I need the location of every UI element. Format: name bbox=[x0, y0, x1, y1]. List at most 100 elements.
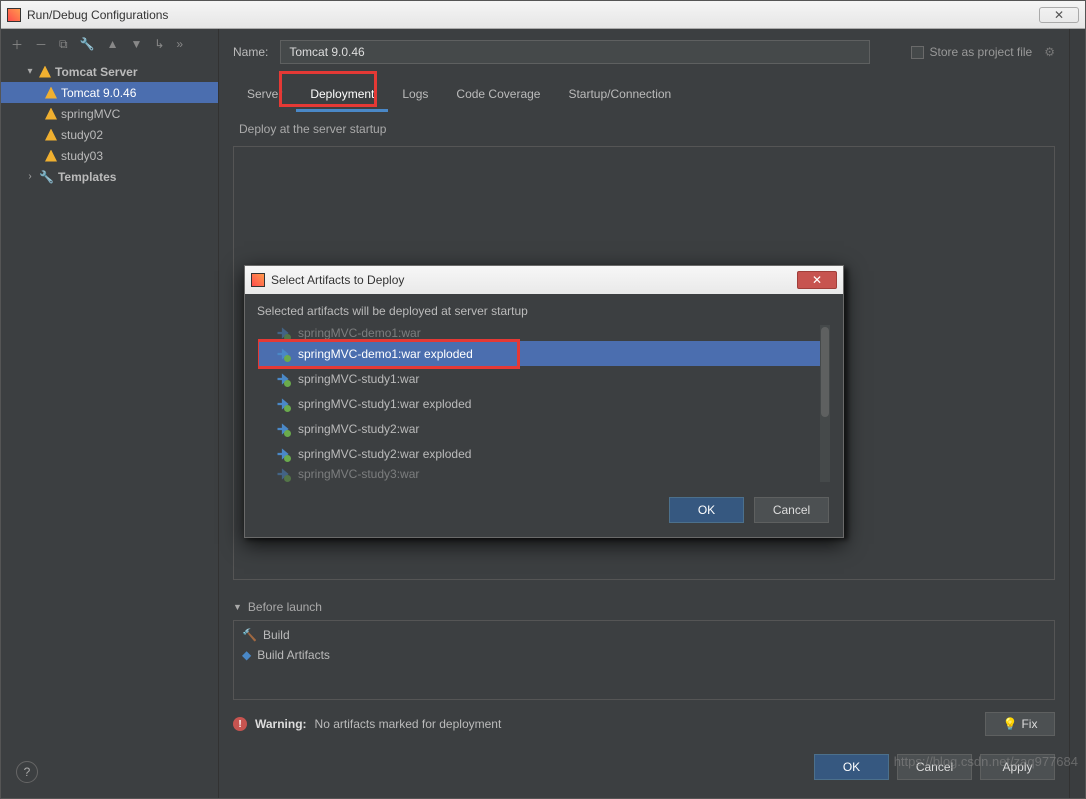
before-launch-list[interactable]: 🔨 Build ◆ Build Artifacts bbox=[233, 620, 1055, 700]
tomcat-icon bbox=[39, 66, 51, 78]
artifact-icon bbox=[276, 447, 290, 461]
sidebar-toolbar: ＋ － ⧉ 🔧 ▲ ▼ ↳ » bbox=[1, 29, 218, 59]
artifact-row[interactable]: springMVC-study1:war exploded bbox=[258, 391, 830, 416]
tomcat-icon bbox=[45, 150, 57, 162]
config-name-input[interactable] bbox=[280, 40, 870, 64]
artifact-row[interactable]: springMVC-demo1:war bbox=[258, 325, 830, 341]
bulb-icon: 💡 bbox=[1003, 717, 1018, 731]
config-tabbar: Server Deployment Logs Code Coverage Sta… bbox=[219, 69, 1069, 112]
add-config-button[interactable]: ＋ bbox=[11, 36, 23, 53]
ok-button[interactable]: OK bbox=[814, 754, 889, 780]
modal-close-button[interactable]: ✕ bbox=[797, 271, 837, 289]
modal-title: Select Artifacts to Deploy bbox=[271, 273, 404, 287]
expand-button[interactable]: » bbox=[176, 37, 183, 51]
close-icon: ✕ bbox=[812, 273, 822, 287]
warning-bold: Warning: bbox=[255, 717, 307, 731]
modal-cancel-button[interactable]: Cancel bbox=[754, 497, 829, 523]
wrench-icon: 🔧 bbox=[39, 170, 54, 184]
store-as-project-file-checkbox[interactable]: Store as project file bbox=[911, 45, 1033, 59]
name-label: Name: bbox=[233, 45, 268, 59]
config-header: Name: Store as project file ⚙ bbox=[219, 29, 1069, 69]
window-close-button[interactable]: ✕ bbox=[1039, 7, 1079, 23]
move-down-button[interactable]: ▼ bbox=[130, 37, 142, 51]
artifact-row[interactable]: springMVC-study2:war bbox=[258, 416, 830, 441]
edit-defaults-button[interactable]: 🔧 bbox=[80, 37, 95, 51]
fix-label: Fix bbox=[1021, 717, 1037, 731]
dialog-buttons: OK Cancel Apply bbox=[219, 736, 1069, 798]
chevron-down-icon: ▾ bbox=[25, 66, 35, 77]
modal-buttons: OK Cancel bbox=[245, 483, 843, 537]
chevron-right-icon: › bbox=[25, 171, 35, 182]
tree-leaf-study02[interactable]: study02 bbox=[1, 124, 218, 145]
artifact-icon bbox=[276, 422, 290, 436]
tree-leaf-springmvc[interactable]: springMVC bbox=[1, 103, 218, 124]
tab-server[interactable]: Server bbox=[233, 79, 296, 112]
tree-leaf-tomcat9046[interactable]: Tomcat 9.0.46 bbox=[1, 82, 218, 103]
right-scrollbar[interactable] bbox=[1069, 29, 1085, 798]
hammer-icon: 🔨 bbox=[242, 628, 257, 642]
tree-node-tomcat-server[interactable]: ▾ Tomcat Server bbox=[1, 61, 218, 82]
before-launch-item-label: Build Artifacts bbox=[257, 648, 330, 662]
remove-config-button[interactable]: － bbox=[35, 36, 47, 53]
artifact-icon bbox=[276, 397, 290, 411]
modal-ok-button[interactable]: OK bbox=[669, 497, 744, 523]
before-launch-header[interactable]: ▼ Before launch bbox=[233, 594, 1055, 620]
app-icon bbox=[7, 8, 21, 22]
artifact-row[interactable]: springMVC-study2:war exploded bbox=[258, 441, 830, 466]
close-icon: ✕ bbox=[1054, 8, 1064, 22]
tree-node-label: Tomcat Server bbox=[55, 65, 137, 79]
chevron-down-icon: ▼ bbox=[233, 602, 242, 612]
warning-icon: ! bbox=[233, 717, 247, 731]
before-launch-title: Before launch bbox=[248, 600, 322, 614]
tab-startup-connection[interactable]: Startup/Connection bbox=[554, 79, 685, 112]
tree-node-templates[interactable]: › 🔧 Templates bbox=[1, 166, 218, 187]
tree-leaf-study03[interactable]: study03 bbox=[1, 145, 218, 166]
tab-deployment[interactable]: Deployment bbox=[296, 79, 388, 112]
modal-titlebar: Select Artifacts to Deploy ✕ bbox=[245, 266, 843, 294]
warning-text: No artifacts marked for deployment bbox=[315, 717, 502, 731]
before-launch-item-build[interactable]: 🔨 Build bbox=[236, 625, 1052, 645]
artifact-list[interactable]: springMVC-demo1:war springMVC-demo1:war … bbox=[257, 324, 831, 483]
artifact-icon bbox=[276, 372, 290, 386]
tab-logs[interactable]: Logs bbox=[388, 79, 442, 112]
help-button[interactable]: ? bbox=[16, 761, 38, 783]
window-title: Run/Debug Configurations bbox=[27, 8, 168, 22]
artifact-icon bbox=[276, 326, 290, 340]
artifact-row[interactable]: springMVC-study3:war bbox=[258, 466, 830, 482]
before-launch-item-build-artifacts[interactable]: ◆ Build Artifacts bbox=[236, 645, 1052, 665]
tree-leaf-label: study03 bbox=[61, 149, 103, 163]
checkbox-box bbox=[911, 46, 924, 59]
cancel-button[interactable]: Cancel bbox=[897, 754, 972, 780]
artifact-icon bbox=[276, 467, 290, 481]
gear-icon[interactable]: ⚙ bbox=[1044, 45, 1055, 59]
move-up-button[interactable]: ▲ bbox=[107, 37, 119, 51]
scrollbar-thumb[interactable] bbox=[821, 327, 829, 417]
modal-subtitle: Selected artifacts will be deployed at s… bbox=[257, 304, 831, 318]
artifact-icon: ◆ bbox=[242, 648, 251, 662]
artifact-icon bbox=[276, 347, 290, 361]
deploy-section-label: Deploy at the server startup bbox=[233, 118, 1055, 140]
fix-button[interactable]: 💡 Fix bbox=[985, 712, 1055, 736]
tomcat-icon bbox=[45, 108, 57, 120]
tab-code-coverage[interactable]: Code Coverage bbox=[442, 79, 554, 112]
config-tree: ▾ Tomcat Server Tomcat 9.0.46 springMVC … bbox=[1, 59, 218, 189]
store-label: Store as project file bbox=[930, 45, 1033, 59]
select-artifacts-dialog: Select Artifacts to Deploy ✕ Selected ar… bbox=[244, 265, 844, 538]
window-titlebar: Run/Debug Configurations ✕ bbox=[1, 1, 1085, 29]
artifact-row-selected[interactable]: springMVC-demo1:war exploded bbox=[258, 341, 830, 366]
copy-config-button[interactable]: ⧉ bbox=[59, 37, 68, 52]
tomcat-icon bbox=[45, 129, 57, 141]
tree-leaf-label: study02 bbox=[61, 128, 103, 142]
tree-node-label: Templates bbox=[58, 170, 116, 184]
warning-row: ! Warning: No artifacts marked for deplo… bbox=[233, 712, 1055, 736]
artifact-list-scrollbar[interactable] bbox=[820, 325, 830, 482]
before-launch-item-label: Build bbox=[263, 628, 290, 642]
tomcat-icon bbox=[45, 87, 57, 99]
tree-leaf-label: Tomcat 9.0.46 bbox=[61, 86, 136, 100]
tree-leaf-label: springMVC bbox=[61, 107, 120, 121]
apply-button[interactable]: Apply bbox=[980, 754, 1055, 780]
app-icon bbox=[251, 273, 265, 287]
artifact-row[interactable]: springMVC-study1:war bbox=[258, 366, 830, 391]
folder-button[interactable]: ↳ bbox=[154, 37, 164, 51]
config-sidebar: ＋ － ⧉ 🔧 ▲ ▼ ↳ » ▾ Tomcat Server Tomcat 9… bbox=[1, 29, 219, 798]
